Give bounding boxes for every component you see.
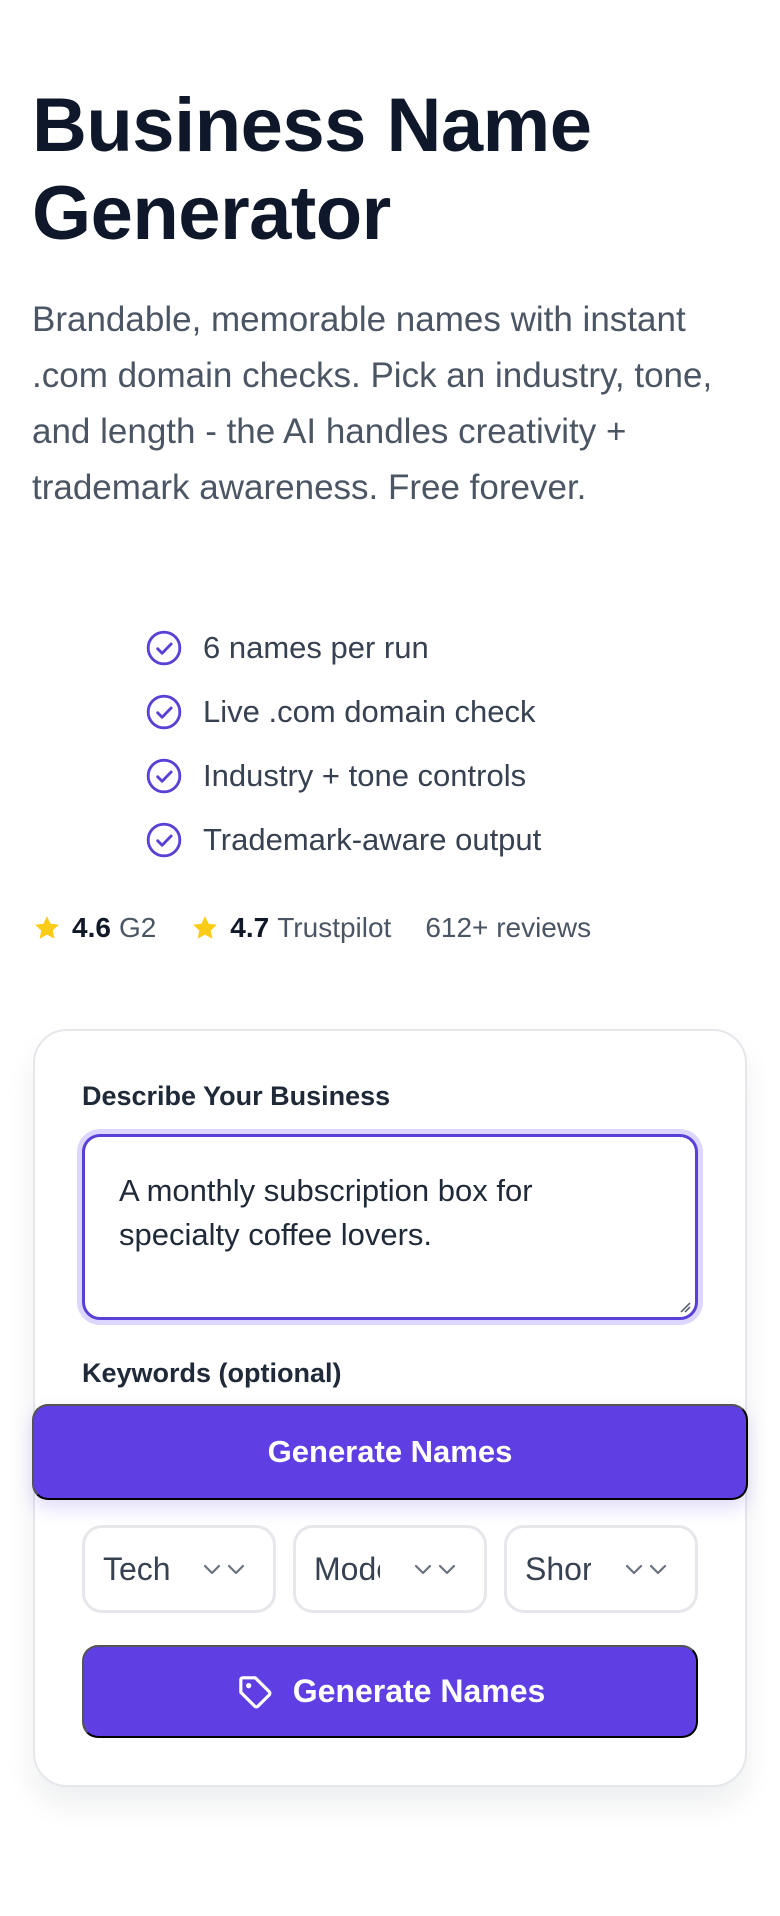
feature-label: 6 names per run xyxy=(203,630,429,665)
industry-select[interactable]: Tech xyxy=(82,1525,276,1613)
page-title: Business Name Generator xyxy=(32,83,592,256)
textarea-value: A monthly subscription box for specialty… xyxy=(119,1173,533,1252)
chevron-down-icon xyxy=(625,1564,667,1575)
chevron-down-icon xyxy=(203,1564,245,1575)
rating-source: Trustpilot xyxy=(277,912,392,943)
feature-list: 6 names per run Live .com domain check I… xyxy=(145,616,541,872)
tone-select[interactable]: Modern xyxy=(293,1525,487,1613)
ratings-row: 4.6 G2 4.7 Trustpilot 612+ reviews xyxy=(32,908,591,948)
rating-g2: 4.6 G2 xyxy=(32,912,156,944)
rating-score: 4.6 xyxy=(72,912,111,943)
keywords-label: Keywords (optional) xyxy=(82,1358,342,1388)
rating-score: 4.7 xyxy=(230,912,270,943)
feature-label: Trademark-aware output xyxy=(203,822,542,857)
resize-handle-icon[interactable] xyxy=(677,1299,691,1313)
description-label: Describe Your Business xyxy=(82,1081,391,1111)
feature-item: Industry + tone controls xyxy=(145,744,541,808)
intro-description: Brandable, memorable names with instant … xyxy=(32,300,713,507)
check-circle-icon xyxy=(146,630,182,666)
chevron-down-icon xyxy=(414,1564,456,1575)
check-circle-icon xyxy=(146,758,182,794)
check-circle-icon xyxy=(146,694,182,730)
business-description-textarea[interactable]: A monthly subscription box for specialty… xyxy=(82,1134,698,1320)
review-count: 612+ reviews xyxy=(425,912,592,943)
generate-names-overlay-button[interactable]: Generate Names xyxy=(32,1404,748,1500)
feature-item: Trademark-aware output xyxy=(145,808,541,872)
feature-label: Industry + tone controls xyxy=(203,758,527,793)
generate-button-label: Generate Names xyxy=(292,1673,546,1709)
feature-label: Live .com domain check xyxy=(203,694,536,729)
rating-trustpilot: 4.7 Trustpilot xyxy=(190,912,391,944)
generate-names-button[interactable]: Generate Names xyxy=(82,1645,698,1738)
length-select-value: Short xyxy=(525,1550,591,1587)
industry-select-value: Tech xyxy=(103,1550,169,1587)
star-icon xyxy=(193,916,218,939)
feature-item: 6 names per run xyxy=(145,616,541,680)
star-icon xyxy=(35,916,59,939)
tag-icon xyxy=(238,1675,272,1708)
check-circle-icon xyxy=(146,822,182,858)
length-select[interactable]: Short xyxy=(504,1525,698,1613)
tone-select-value: Modern xyxy=(314,1550,380,1587)
rating-source: G2 xyxy=(118,912,157,943)
feature-item: Live .com domain check xyxy=(145,680,541,744)
